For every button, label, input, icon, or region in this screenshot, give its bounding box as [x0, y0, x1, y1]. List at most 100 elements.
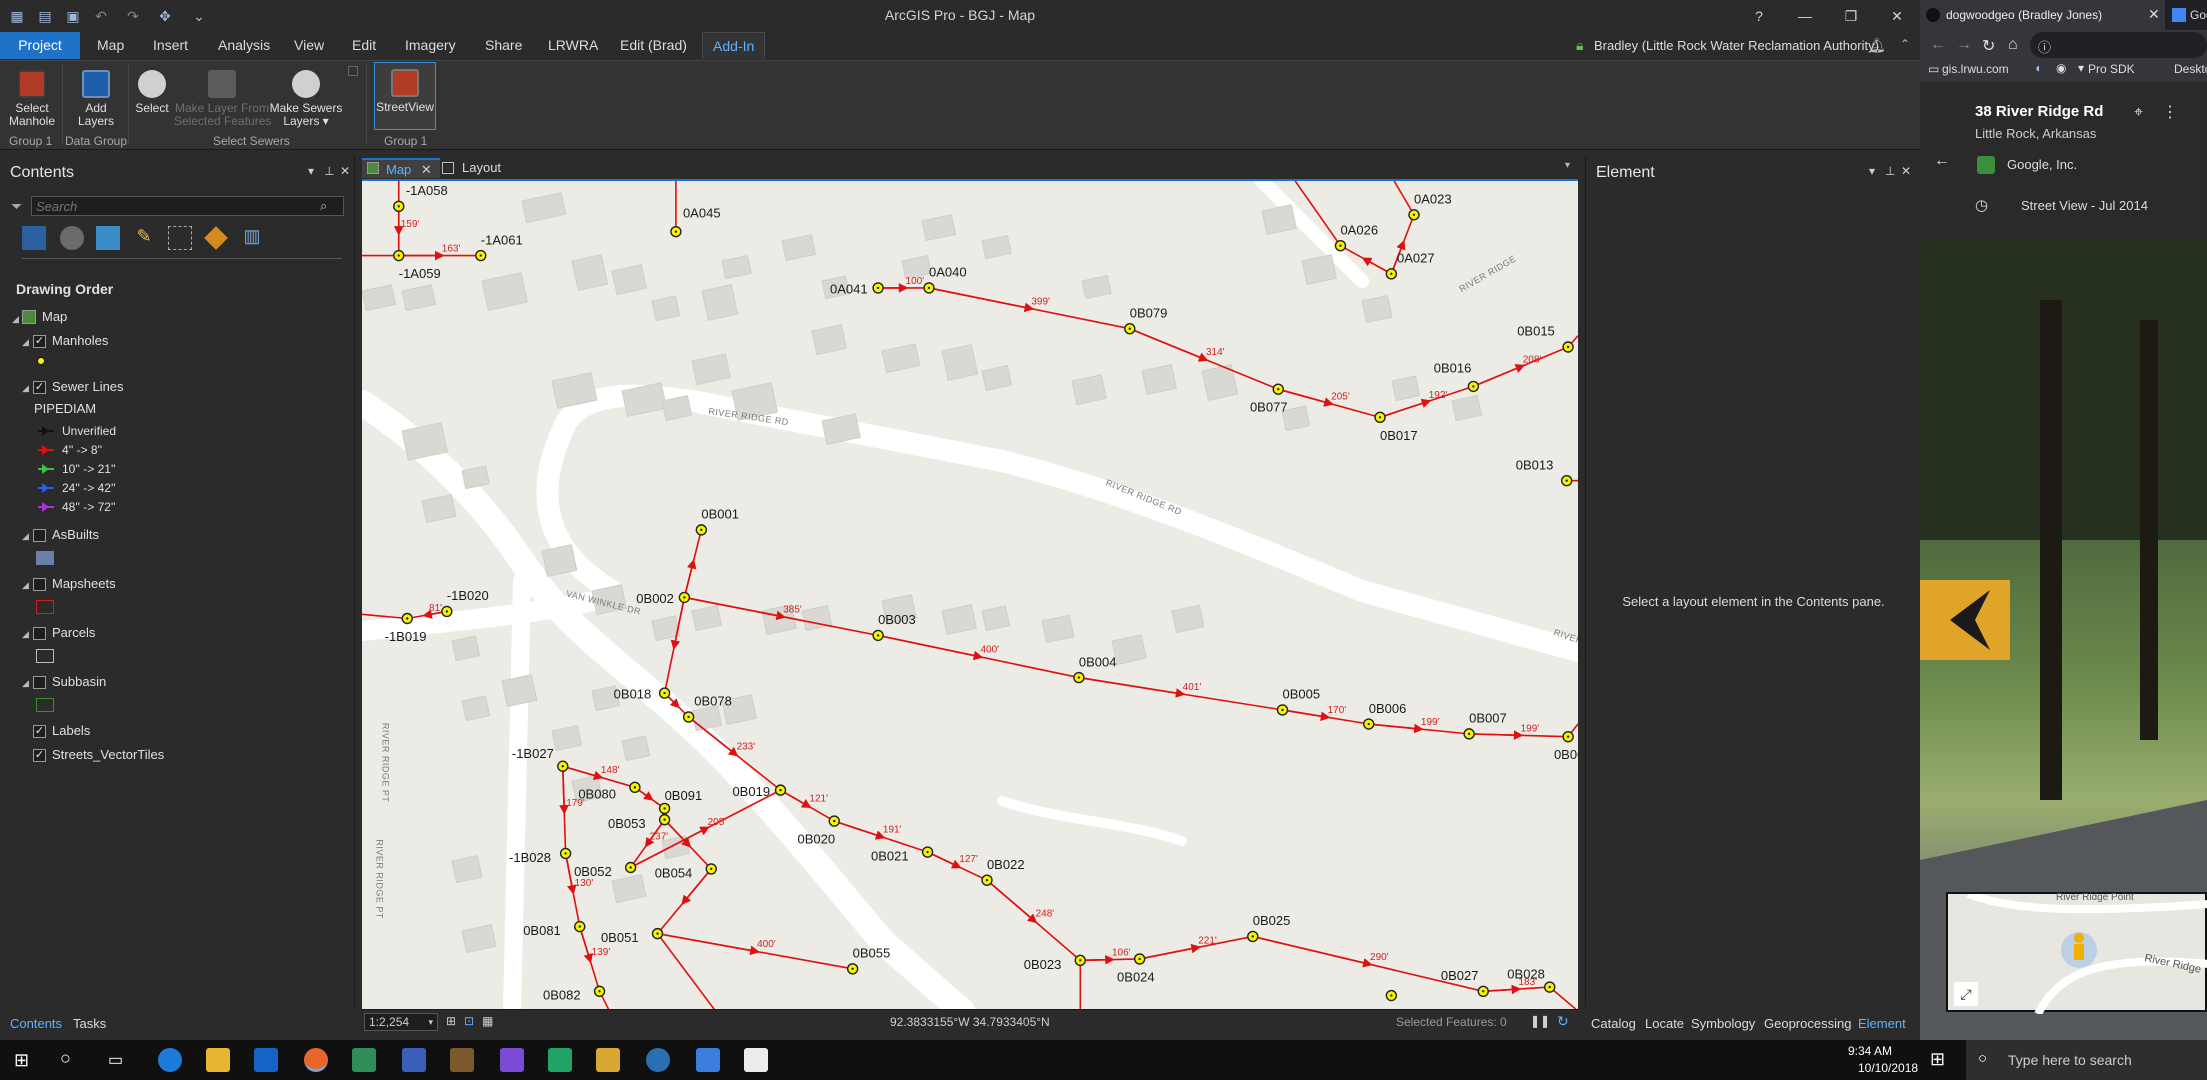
- asbuilts-checkbox[interactable]: [33, 529, 46, 542]
- dialog-launcher-icon[interactable]: [348, 66, 358, 76]
- close-pane-icon[interactable]: ✕: [340, 164, 350, 178]
- file-explorer-icon[interactable]: [206, 1048, 230, 1072]
- clock-date[interactable]: 10/10/2018: [1858, 1061, 1918, 1075]
- scale-combo[interactable]: 1:2,254 ▾: [364, 1013, 438, 1031]
- expand-subbasin-icon[interactable]: ◢: [22, 678, 29, 689]
- app-icon-6[interactable]: [744, 1048, 768, 1072]
- place-pin-icon[interactable]: ⌖: [2134, 104, 2143, 122]
- refresh-icon[interactable]: ↻: [1557, 1013, 1569, 1030]
- tab-element[interactable]: Element: [1858, 1016, 1906, 1031]
- restore-button[interactable]: ❐: [1828, 3, 1874, 29]
- reload-icon[interactable]: ↻: [1982, 36, 1995, 56]
- sewer-pipe[interactable]: [656, 933, 716, 1009]
- pause-drawing-icon[interactable]: ❚❚: [1530, 1014, 1550, 1028]
- expand-map-icon[interactable]: ◢: [12, 314, 19, 325]
- tab-lrwra[interactable]: LRWRA: [538, 32, 608, 59]
- subbasin-checkbox[interactable]: [33, 676, 46, 689]
- help-button[interactable]: ?: [1736, 3, 1782, 29]
- windows-start-icon-2[interactable]: ⊞: [1930, 1049, 1945, 1070]
- bookmark-icon-2[interactable]: ◉: [2056, 61, 2066, 75]
- select-button[interactable]: Select: [132, 64, 172, 115]
- list-by-snapping-icon[interactable]: [168, 226, 192, 250]
- close-pane-icon[interactable]: ✕: [1901, 164, 1911, 178]
- forward-icon[interactable]: →: [1956, 36, 1972, 54]
- tab-view[interactable]: View: [284, 32, 334, 59]
- toc-asbuilts[interactable]: AsBuilts: [52, 526, 99, 544]
- bookmark-gis[interactable]: gis.lrwu.com: [1942, 62, 2009, 76]
- manholes-checkbox[interactable]: ✓: [33, 335, 46, 348]
- list-by-data-source-icon[interactable]: [60, 226, 84, 250]
- bookmark-pro-sdk[interactable]: Pro SDK: [2088, 62, 2135, 76]
- collapse-ribbon-icon[interactable]: ⌃: [1900, 37, 1910, 51]
- app-icon-2[interactable]: [402, 1048, 426, 1072]
- close-tab-icon[interactable]: ✕: [2148, 6, 2160, 23]
- tab-geoprocessing[interactable]: Geoprocessing: [1764, 1016, 1851, 1031]
- app-icon-3[interactable]: [450, 1048, 474, 1072]
- mapsheets-checkbox[interactable]: [33, 578, 46, 591]
- app-icon-5[interactable]: [696, 1048, 720, 1072]
- bookmark-desktop[interactable]: Desktc: [2174, 62, 2207, 76]
- windows-start-icon[interactable]: ⊞: [14, 1050, 29, 1071]
- toc-sewer-lines[interactable]: Sewer Lines: [52, 378, 124, 396]
- tab-map[interactable]: Map: [87, 32, 134, 59]
- toc-subbasin[interactable]: Subbasin: [52, 673, 106, 691]
- labels-checkbox[interactable]: ✓: [33, 725, 46, 738]
- minimize-button[interactable]: —: [1782, 3, 1828, 29]
- table-icon[interactable]: ▦: [482, 1014, 493, 1028]
- tab-project[interactable]: Project: [0, 32, 80, 59]
- more-options-icon[interactable]: ⋮: [2162, 102, 2178, 122]
- fixed-zoom-icon[interactable]: ⊡: [464, 1014, 474, 1028]
- toc-parcels[interactable]: Parcels: [52, 624, 95, 642]
- toc-mapsheets[interactable]: Mapsheets: [52, 575, 116, 593]
- streets-checkbox[interactable]: ✓: [33, 749, 46, 762]
- list-by-labeling-icon[interactable]: [204, 226, 228, 250]
- toc-map[interactable]: Map: [42, 308, 67, 326]
- taskbar-search-box[interactable]: ○ Type here to search: [1966, 1040, 2207, 1080]
- map-view[interactable]: 159' 163' 100' 399' 314' 205' 192' 208' 385' 400'…: [362, 179, 1578, 1009]
- tab-tasks[interactable]: Tasks: [73, 1016, 106, 1031]
- app-icon-4[interactable]: [596, 1048, 620, 1072]
- pycharm-icon[interactable]: [548, 1048, 572, 1072]
- pin-icon[interactable]: ⊥: [1885, 164, 1895, 178]
- minimap[interactable]: River Ridge Point River Ridge ⤢: [1946, 890, 2207, 1016]
- task-view-icon[interactable]: ▭: [108, 1050, 123, 1070]
- signed-in-user[interactable]: Bradley (Little Rock Water Reclamation A…: [1594, 38, 1879, 53]
- firefox-icon[interactable]: [304, 1048, 328, 1072]
- search-icon[interactable]: ⌕: [320, 198, 327, 214]
- pin-icon[interactable]: ⊥: [324, 164, 334, 178]
- filter-icon[interactable]: ⏷: [11, 198, 22, 215]
- add-layers-button[interactable]: Add Layers: [68, 64, 124, 128]
- list-by-drawing-order-icon[interactable]: [22, 226, 46, 250]
- tab-symbology[interactable]: Symbology: [1691, 1016, 1755, 1031]
- tab-analysis[interactable]: Analysis: [208, 32, 280, 59]
- edge-icon[interactable]: [158, 1048, 182, 1072]
- expand-parcels-icon[interactable]: ◢: [22, 629, 29, 640]
- close-button[interactable]: ✕: [1874, 3, 1920, 29]
- expand-manholes-icon[interactable]: ◢: [22, 337, 29, 348]
- cortana-icon[interactable]: ○: [60, 1048, 71, 1069]
- back-icon[interactable]: ←: [1930, 36, 1946, 54]
- pane-options-icon[interactable]: ▾: [1869, 164, 1875, 178]
- tab-imagery[interactable]: Imagery: [395, 32, 466, 59]
- sewer-lines-checkbox[interactable]: ✓: [33, 381, 46, 394]
- streetview-back-icon[interactable]: ←: [1934, 152, 1950, 170]
- notification-icon[interactable]: 🔔︎: [1868, 37, 1886, 54]
- list-by-charts-icon[interactable]: ▥: [240, 226, 264, 250]
- bookmark-icon-3[interactable]: ▾: [2078, 61, 2084, 75]
- streetview-button[interactable]: StreetView: [374, 62, 436, 130]
- expand-map-icon[interactable]: ⤢: [1954, 982, 1978, 1006]
- tab-add-in[interactable]: Add-In: [702, 32, 766, 59]
- info-icon[interactable]: ⓘ: [2038, 37, 2051, 56]
- browser-tab2-title[interactable]: Googl: [2190, 8, 2207, 22]
- map-canvas[interactable]: 159' 163' 100' 399' 314' 205' 192' 208' 385' 400'…: [362, 181, 1578, 1009]
- expand-sewer-lines-icon[interactable]: ◢: [22, 383, 29, 394]
- address-bar[interactable]: [2030, 32, 2207, 58]
- close-tab-icon[interactable]: ✕: [421, 162, 432, 177]
- grid-icon[interactable]: ⊞: [446, 1014, 456, 1028]
- tab-edit[interactable]: Edit: [342, 32, 386, 59]
- history-icon[interactable]: ◷: [1975, 196, 1988, 214]
- toc-manholes[interactable]: Manholes: [52, 332, 108, 350]
- list-by-editing-icon[interactable]: ✎: [132, 226, 156, 250]
- pane-options-icon[interactable]: ▾: [308, 164, 314, 178]
- clock-time[interactable]: 9:34 AM: [1848, 1044, 1892, 1058]
